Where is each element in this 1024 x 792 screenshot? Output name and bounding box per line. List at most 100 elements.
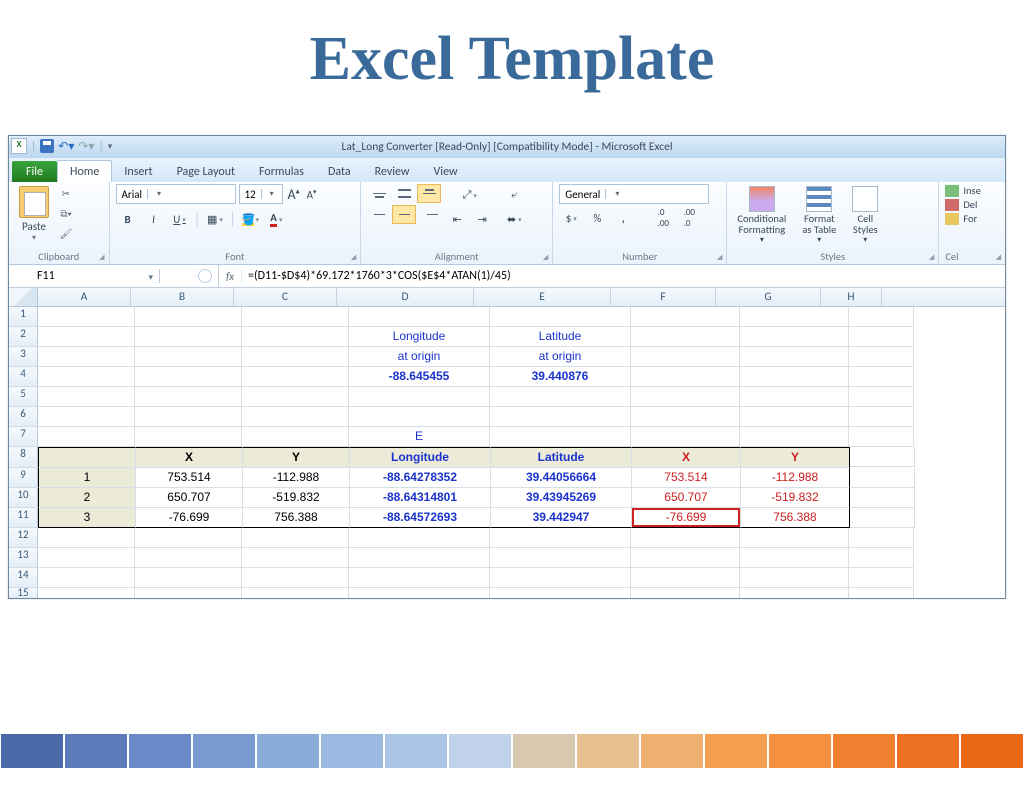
bold-button[interactable]: B xyxy=(116,208,140,230)
cell[interactable] xyxy=(490,427,631,447)
cell[interactable]: Y xyxy=(243,447,350,468)
merge-center-button[interactable]: ⬌ xyxy=(502,208,526,230)
cell[interactable]: 1 xyxy=(38,468,136,488)
cell[interactable] xyxy=(38,327,135,347)
cell[interactable] xyxy=(849,307,914,327)
cell[interactable] xyxy=(242,407,349,427)
cell[interactable]: Y xyxy=(741,447,850,468)
format-painter-icon[interactable]: 🖌 xyxy=(57,226,75,244)
cut-icon[interactable]: ✂ xyxy=(57,186,75,204)
cell[interactable]: -76.699 xyxy=(136,508,243,528)
col-header-a[interactable]: A xyxy=(38,288,131,306)
cell[interactable]: 753.514 xyxy=(136,468,243,488)
cell[interactable] xyxy=(849,427,914,447)
cell[interactable] xyxy=(631,367,740,387)
cell[interactable] xyxy=(242,568,349,588)
cell[interactable]: 39.442947 xyxy=(491,508,632,528)
cell[interactable] xyxy=(135,347,242,367)
row-header[interactable]: 2 xyxy=(9,327,38,347)
cell[interactable] xyxy=(850,447,915,467)
cell[interactable]: -519.832 xyxy=(741,488,850,508)
cell[interactable] xyxy=(349,568,490,588)
cell[interactable]: Latitude xyxy=(490,327,631,347)
italic-button[interactable]: I xyxy=(142,208,166,230)
cell[interactable]: Longitude xyxy=(349,327,490,347)
cell[interactable]: Latitude xyxy=(491,447,632,468)
cell[interactable] xyxy=(740,347,849,367)
name-box[interactable]: F11 xyxy=(9,269,160,283)
cell[interactable]: 39.43945269 xyxy=(491,488,632,508)
cell[interactable] xyxy=(135,367,242,387)
cell[interactable] xyxy=(38,427,135,447)
cell[interactable] xyxy=(631,407,740,427)
cell[interactable] xyxy=(490,548,631,568)
cell[interactable] xyxy=(850,488,915,508)
cell[interactable] xyxy=(349,307,490,327)
increase-decimal-icon[interactable]: .0.00 xyxy=(651,207,675,229)
cell[interactable]: -88.645455 xyxy=(349,367,490,387)
cell[interactable]: 39.440876 xyxy=(490,367,631,387)
row-header[interactable]: 6 xyxy=(9,407,38,427)
worksheet[interactable]: A B C D E F G H 1 2LongitudeLatitude 3at… xyxy=(9,288,1005,598)
cell[interactable] xyxy=(740,528,849,548)
cell[interactable]: -88.64572693 xyxy=(350,508,491,528)
align-center-icon[interactable] xyxy=(392,205,416,224)
number-format-combo[interactable]: General▾ xyxy=(559,184,709,204)
row-header[interactable]: 8 xyxy=(9,447,38,468)
insert-button[interactable]: Inse xyxy=(945,184,999,197)
percent-button[interactable]: % xyxy=(585,207,609,229)
cell[interactable] xyxy=(38,367,135,387)
cell[interactable]: Longitude xyxy=(350,447,491,468)
col-header-d[interactable]: D xyxy=(337,288,474,306)
cell[interactable] xyxy=(740,327,849,347)
cell[interactable] xyxy=(242,387,349,407)
cell-styles-button[interactable]: Cell Styles▾ xyxy=(848,184,882,245)
cell[interactable] xyxy=(490,307,631,327)
delete-button[interactable]: Del xyxy=(945,198,999,211)
cell[interactable] xyxy=(242,588,349,598)
col-header-e[interactable]: E xyxy=(474,288,611,306)
cell[interactable] xyxy=(849,407,914,427)
cell[interactable] xyxy=(740,307,849,327)
row-header[interactable]: 3 xyxy=(9,347,38,367)
tab-home[interactable]: Home xyxy=(57,160,112,182)
cell[interactable] xyxy=(242,347,349,367)
cell[interactable] xyxy=(631,568,740,588)
tab-page-layout[interactable]: Page Layout xyxy=(165,161,247,182)
cell[interactable] xyxy=(38,588,135,598)
cell[interactable] xyxy=(242,548,349,568)
cell[interactable] xyxy=(349,528,490,548)
cell[interactable]: X xyxy=(632,447,741,468)
cell[interactable] xyxy=(740,588,849,598)
cell[interactable] xyxy=(631,528,740,548)
decrease-decimal-icon[interactable]: .00.0 xyxy=(677,207,701,229)
col-header-h[interactable]: H xyxy=(821,288,882,306)
cell[interactable] xyxy=(242,327,349,347)
cell[interactable] xyxy=(349,588,490,598)
cell[interactable] xyxy=(740,427,849,447)
shrink-font-icon[interactable]: A▾ xyxy=(305,187,319,202)
cell[interactable] xyxy=(490,568,631,588)
cell[interactable]: E xyxy=(349,427,490,447)
cell[interactable] xyxy=(740,568,849,588)
cell[interactable] xyxy=(631,327,740,347)
cell[interactable] xyxy=(849,347,914,367)
cell[interactable]: -88.64314801 xyxy=(350,488,491,508)
cell[interactable] xyxy=(740,548,849,568)
format-button[interactable]: For xyxy=(945,212,999,225)
cell[interactable]: at origin xyxy=(349,347,490,367)
save-icon[interactable] xyxy=(40,139,54,153)
redo-icon[interactable]: ↷▾ xyxy=(78,139,94,154)
cell[interactable] xyxy=(490,407,631,427)
increase-indent-icon[interactable]: ⇥ xyxy=(470,208,494,230)
cell[interactable]: 756.388 xyxy=(243,508,350,528)
row-header[interactable]: 9 xyxy=(9,468,38,488)
row-header[interactable]: 7 xyxy=(9,427,38,447)
cell[interactable] xyxy=(631,387,740,407)
cell[interactable] xyxy=(349,548,490,568)
font-name-combo[interactable]: Arial▾ xyxy=(116,184,236,204)
cell[interactable] xyxy=(242,427,349,447)
cell[interactable] xyxy=(135,588,242,598)
currency-button[interactable]: $ xyxy=(559,207,583,229)
cell[interactable] xyxy=(135,427,242,447)
